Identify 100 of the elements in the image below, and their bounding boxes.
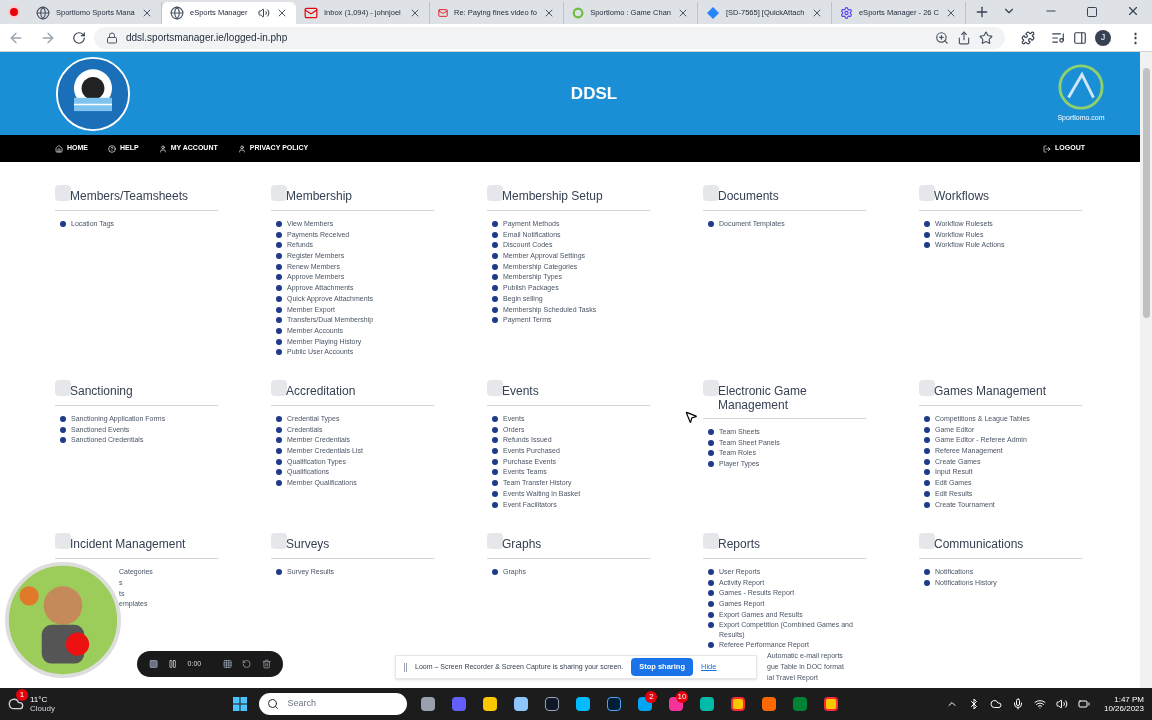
gear-icon [840,6,853,20]
section-icon [487,380,503,396]
bullet-icon [492,253,498,260]
close-icon[interactable] [409,7,421,19]
stop-icon[interactable] [149,658,159,670]
temperature: 11°C [30,695,49,704]
site-title: DDSL [570,82,618,105]
user-icon [158,144,167,153]
section-title: Electronic Game Management [718,384,808,412]
league-logo[interactable] [55,55,131,132]
bullet-icon [276,306,282,313]
section-icon [55,380,71,396]
weather-icon[interactable] [8,696,24,712]
app-icon [793,697,808,711]
bullet-icon [924,501,930,508]
new-tab-icon[interactable] [974,4,990,20]
weather-condition: Cloudy [30,704,55,713]
bullet-icon [924,242,930,249]
restart-icon[interactable] [242,658,252,670]
mouse-cursor-icon [684,410,698,424]
app-icon [731,697,746,711]
extensions-icon[interactable] [1021,30,1035,45]
delete-icon[interactable] [261,658,272,670]
section-icon [271,185,287,201]
bullet-icon [492,306,498,313]
volume-icon[interactable] [1055,698,1068,710]
bullet-icon [924,416,930,422]
bullet-icon [276,480,282,487]
section-title: Reports [718,537,762,551]
section-icon [55,533,71,549]
cloud-icon[interactable] [989,698,1002,710]
bullet-icon [492,416,498,422]
bullet-icon [924,437,930,444]
section-title: Graphs [502,537,543,551]
start-icon[interactable] [232,696,249,712]
bullet-icon [276,263,282,270]
bullet-icon [708,569,714,575]
section-title: Surveys [286,537,331,551]
side-panel-icon[interactable] [1073,30,1087,45]
section-title: Sanctioning [70,384,134,398]
bullet-icon [276,448,282,455]
reload-icon[interactable] [72,30,86,45]
bullet-icon [492,437,498,444]
bullet-icon [60,437,66,444]
logout-icon [1043,144,1052,153]
bullet-icon [276,416,282,422]
bullet-icon [492,285,498,292]
grid-icon[interactable] [223,658,233,670]
bookmark-icon[interactable] [979,30,993,45]
app-icon [421,697,436,711]
close-icon[interactable] [811,7,823,19]
menu-button[interactable]: ⋮ [1127,31,1144,44]
diamond-icon [706,6,720,20]
media-icon[interactable] [1051,30,1065,45]
bullet-icon [276,242,282,249]
scrollbar[interactable] [1140,52,1152,688]
app-icon [762,697,777,711]
pause-icon[interactable] [168,658,178,670]
close-icon[interactable] [276,7,288,19]
clock-time: 1:47 PM [1114,695,1144,704]
notification-badge: 10 [675,691,689,703]
profile-avatar[interactable]: J [1095,29,1111,46]
microphone-icon[interactable] [1011,698,1024,710]
close-icon[interactable] [945,7,957,19]
ring-icon [572,6,585,20]
bullet-icon [276,338,282,345]
lock-icon [106,31,118,44]
taskbar-app[interactable]: 2 [633,691,658,717]
close-icon[interactable] [677,7,689,19]
battery-icon[interactable] [1077,698,1090,710]
drag-handle-icon[interactable] [404,662,407,672]
address-bar[interactable]: ddsl.sportsmanager.ie/logged-in.php [94,26,1005,49]
bullet-icon [708,642,714,649]
bullet-icon [492,295,498,302]
bullet-icon [492,490,498,497]
section-icon [55,185,71,201]
globe-icon [170,6,184,20]
bullet-icon [492,221,498,227]
partner-logo[interactable] [1057,63,1105,112]
close-icon[interactable] [141,7,153,19]
bullet-icon [492,480,498,487]
section-icon [487,533,503,549]
search-field[interactable]: Search [259,693,408,715]
bullet-icon [924,579,930,586]
bullet-icon [276,295,282,302]
bullet-icon [492,242,498,249]
close-icon[interactable] [1126,4,1140,18]
zoom-icon[interactable] [935,30,949,45]
section-icon [919,380,935,396]
share-icon[interactable] [957,30,971,45]
wifi-icon[interactable] [1033,698,1046,710]
section-title: Members/Teamsheets [70,189,190,203]
bullet-icon [924,480,930,487]
bullet-icon [60,221,66,227]
restore-icon[interactable] [1086,6,1098,18]
bullet-icon [492,263,498,270]
taskbar-app[interactable]: 10 [664,691,689,717]
help-icon [108,144,116,153]
close-icon[interactable] [543,7,555,19]
bullet-icon [492,426,498,433]
